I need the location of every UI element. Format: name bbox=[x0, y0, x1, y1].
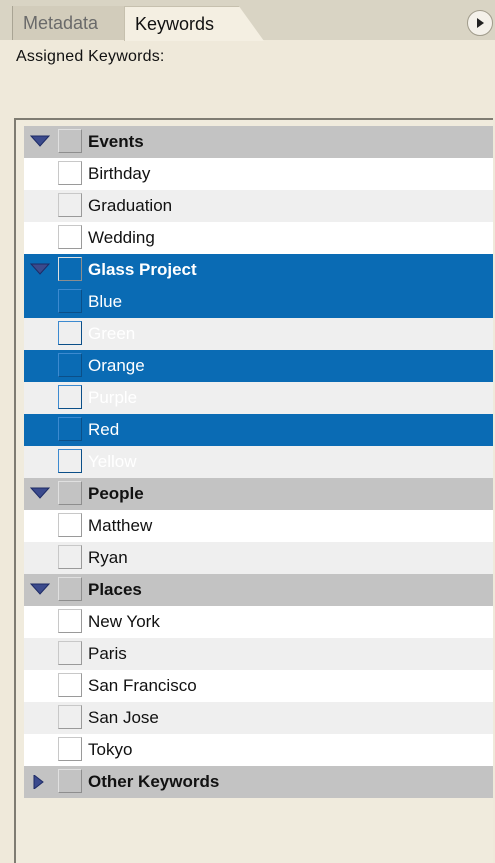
keyword-checkbox[interactable] bbox=[58, 705, 82, 729]
keyword-label: Ryan bbox=[88, 548, 128, 567]
keyword-row[interactable]: Graduation bbox=[24, 190, 493, 222]
panel-menu-button[interactable] bbox=[467, 10, 493, 36]
keyword-checkbox[interactable] bbox=[58, 577, 82, 601]
keyword-label: New York bbox=[88, 612, 160, 631]
keyword-label: Tokyo bbox=[88, 740, 133, 759]
keyword-checkbox[interactable] bbox=[58, 609, 82, 633]
keyword-checkbox[interactable] bbox=[58, 289, 82, 313]
keyword-checkbox[interactable] bbox=[58, 225, 82, 249]
keyword-row[interactable]: Birthday bbox=[24, 158, 493, 190]
keyword-category-row[interactable]: Glass Project bbox=[24, 254, 493, 286]
keyword-label: Red bbox=[88, 420, 120, 439]
tab-metadata[interactable]: Metadata bbox=[12, 6, 124, 40]
keyword-category-label: Glass Project bbox=[88, 260, 197, 279]
keyword-checkbox[interactable] bbox=[58, 385, 82, 409]
triangle-right-icon bbox=[33, 775, 44, 789]
keyword-checkbox[interactable] bbox=[58, 193, 82, 217]
keyword-row[interactable]: Wedding bbox=[24, 222, 493, 254]
keyword-category-label: Other Keywords bbox=[88, 772, 220, 791]
keyword-checkbox[interactable] bbox=[58, 257, 82, 281]
keywords-panel: Metadata Keywords Assigned Keywords: Eve… bbox=[0, 0, 495, 863]
keyword-category-row[interactable]: Places bbox=[24, 574, 493, 606]
keyword-checkbox[interactable] bbox=[58, 481, 82, 505]
disclosure-triangle-collapsed[interactable] bbox=[24, 766, 56, 798]
keyword-category-label: Events bbox=[88, 132, 144, 151]
panel-menu-icon bbox=[477, 18, 484, 28]
keyword-checkbox[interactable] bbox=[58, 321, 82, 345]
keyword-row[interactable]: Yellow bbox=[24, 446, 493, 478]
keyword-row[interactable]: Orange bbox=[24, 350, 493, 382]
keyword-row[interactable]: New York bbox=[24, 606, 493, 638]
keyword-row[interactable]: Matthew bbox=[24, 510, 493, 542]
keyword-row[interactable]: Paris bbox=[24, 638, 493, 670]
tab-strip: Metadata Keywords bbox=[0, 0, 495, 41]
keyword-label: San Jose bbox=[88, 708, 159, 727]
keyword-category-row[interactable]: People bbox=[24, 478, 493, 510]
keyword-checkbox[interactable] bbox=[58, 449, 82, 473]
keyword-label: Purple bbox=[88, 388, 138, 407]
keyword-checkbox[interactable] bbox=[58, 513, 82, 537]
keyword-checkbox[interactable] bbox=[58, 129, 82, 153]
keyword-label: Green bbox=[88, 324, 136, 343]
triangle-down-icon bbox=[30, 583, 50, 595]
keyword-checkbox[interactable] bbox=[58, 673, 82, 697]
keyword-row[interactable]: Red bbox=[24, 414, 493, 446]
disclosure-triangle-expanded[interactable] bbox=[24, 478, 56, 510]
keyword-label: Graduation bbox=[88, 196, 173, 215]
keyword-row[interactable]: Ryan bbox=[24, 542, 493, 574]
keyword-label: Wedding bbox=[88, 228, 155, 247]
keyword-label: Matthew bbox=[88, 516, 153, 535]
keyword-checkbox[interactable] bbox=[58, 641, 82, 665]
keyword-category-row[interactable]: Events bbox=[24, 126, 493, 158]
keyword-row[interactable]: Purple bbox=[24, 382, 493, 414]
tab-keywords[interactable]: Keywords bbox=[124, 6, 264, 41]
keyword-label: Blue bbox=[88, 292, 123, 311]
keyword-row[interactable]: Tokyo bbox=[24, 734, 493, 766]
keyword-list: Events Birthday Graduation Wedding Glass Pro… bbox=[14, 118, 493, 863]
keyword-category-row[interactable]: Other Keywords bbox=[24, 766, 493, 798]
assigned-keywords-label: Assigned Keywords: bbox=[16, 48, 165, 65]
keyword-label: Paris bbox=[88, 644, 127, 663]
keyword-checkbox[interactable] bbox=[58, 769, 82, 793]
keyword-checkbox[interactable] bbox=[58, 417, 82, 441]
keyword-row[interactable]: San Jose bbox=[24, 702, 493, 734]
keyword-row[interactable]: Green bbox=[24, 318, 493, 350]
keyword-category-label: Places bbox=[88, 580, 142, 599]
disclosure-triangle-expanded[interactable] bbox=[24, 126, 56, 158]
disclosure-triangle-expanded[interactable] bbox=[24, 574, 56, 606]
triangle-down-icon bbox=[30, 487, 50, 499]
keyword-row[interactable]: San Francisco bbox=[24, 670, 493, 702]
keyword-list-rows: Events Birthday Graduation Wedding Glass Pro… bbox=[24, 126, 493, 798]
keyword-label: Birthday bbox=[88, 164, 151, 183]
keyword-label: Yellow bbox=[88, 452, 137, 471]
keyword-label: Orange bbox=[88, 356, 145, 375]
triangle-down-icon bbox=[30, 263, 50, 275]
keyword-checkbox[interactable] bbox=[58, 737, 82, 761]
disclosure-triangle-expanded[interactable] bbox=[24, 254, 56, 286]
keyword-category-label: People bbox=[88, 484, 144, 503]
keyword-checkbox[interactable] bbox=[58, 353, 82, 377]
triangle-down-icon bbox=[30, 135, 50, 147]
keyword-label: San Francisco bbox=[88, 676, 197, 695]
keyword-checkbox[interactable] bbox=[58, 161, 82, 185]
keyword-row[interactable]: Blue bbox=[24, 286, 493, 318]
keyword-checkbox[interactable] bbox=[58, 545, 82, 569]
